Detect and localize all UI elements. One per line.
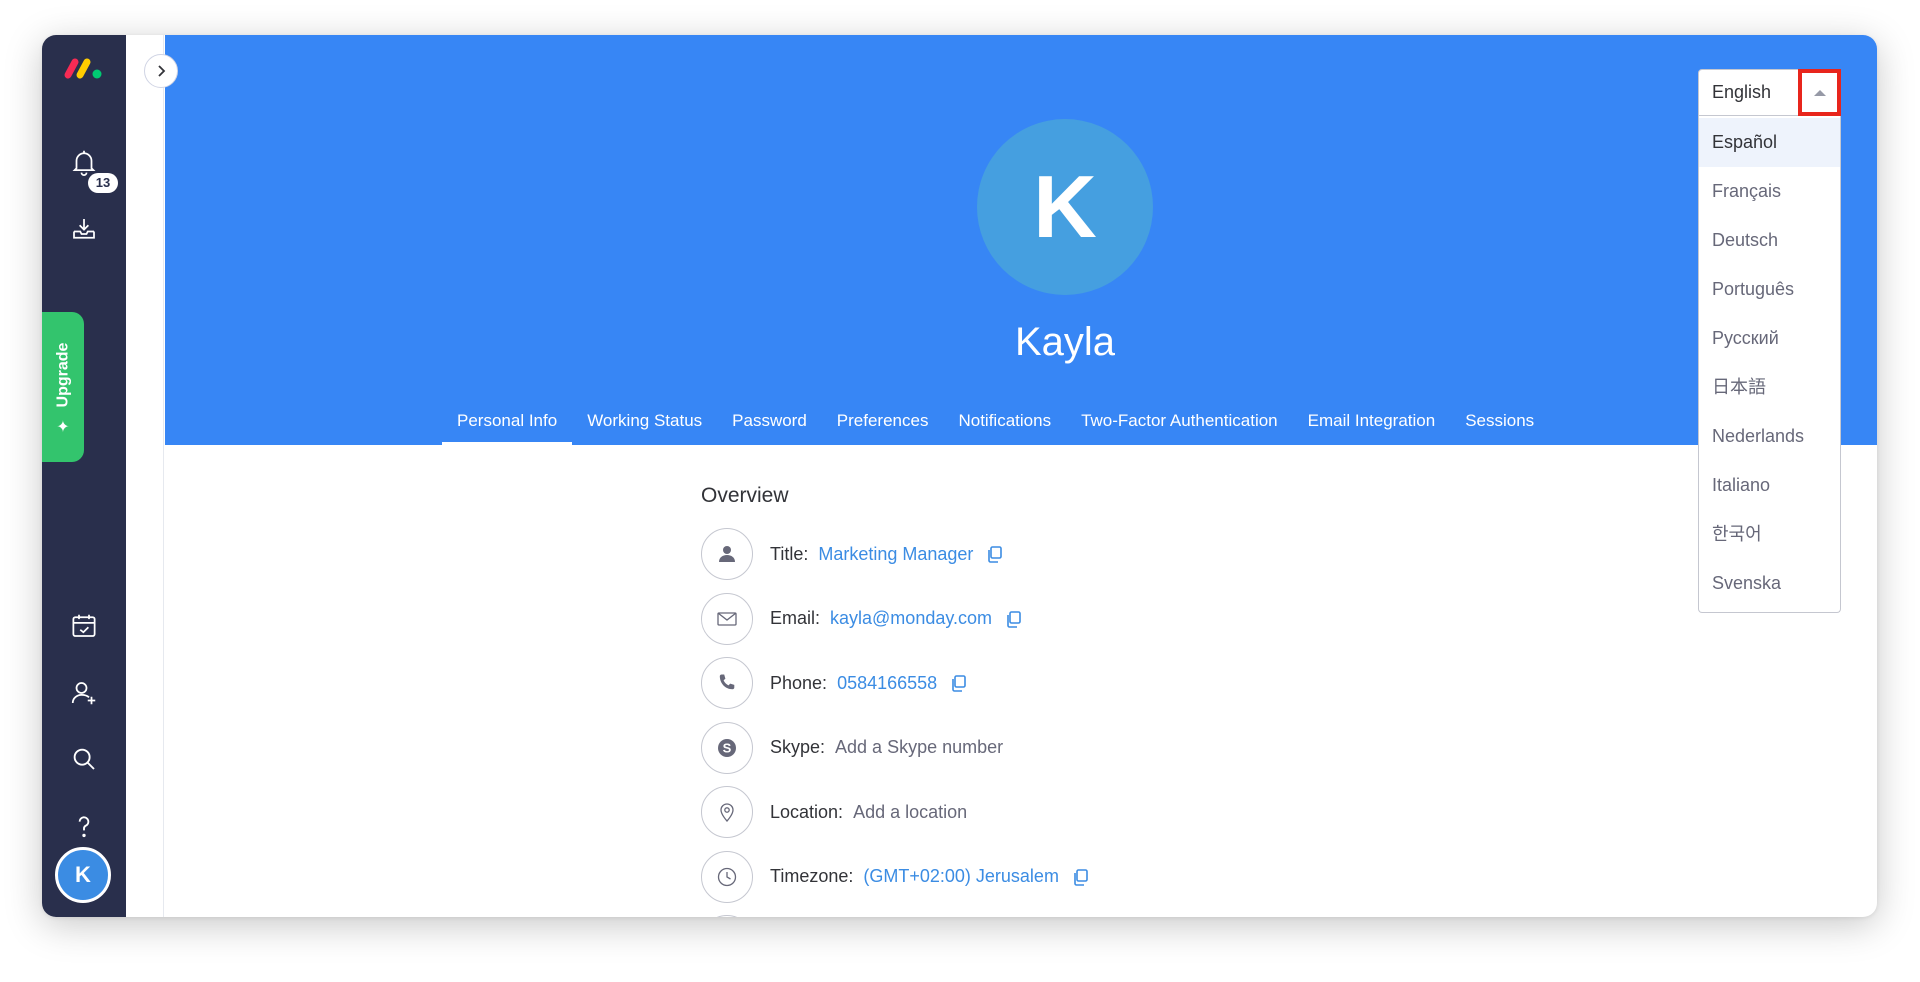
user-avatar-small[interactable]: K xyxy=(55,847,111,903)
copy-icon[interactable] xyxy=(1071,867,1091,887)
language-selected-value: English xyxy=(1712,82,1772,102)
timezone-row: Timezone: (GMT+02:00) Jerusalem xyxy=(701,845,1401,910)
tab-notifications[interactable]: Notifications xyxy=(943,405,1066,445)
language-option-portugues[interactable]: Português xyxy=(1699,265,1840,314)
tab-email-integration[interactable]: Email Integration xyxy=(1293,405,1451,445)
copy-icon[interactable] xyxy=(1004,609,1024,629)
location-icon xyxy=(701,786,753,839)
phone-row: Phone: 0584166558 xyxy=(701,651,1401,716)
profile-avatar[interactable]: K xyxy=(977,119,1153,295)
language-select[interactable]: English xyxy=(1698,69,1841,116)
skype-placeholder[interactable]: Add a Skype number xyxy=(835,737,1003,758)
skype-icon: S xyxy=(701,721,753,774)
tab-preferences[interactable]: Preferences xyxy=(822,405,944,445)
tab-sessions[interactable]: Sessions xyxy=(1450,405,1549,445)
email-icon xyxy=(701,592,753,645)
title-label: Title: xyxy=(770,543,809,564)
location-label: Location: xyxy=(770,801,844,822)
tab-password[interactable]: Password xyxy=(717,405,822,445)
phone-value[interactable]: 0584166558 xyxy=(837,673,937,694)
language-dropdown-toggle[interactable] xyxy=(1798,69,1841,116)
language-option-japanese[interactable]: 日本語 xyxy=(1699,363,1840,412)
person-icon xyxy=(701,528,753,581)
row-icon-partial xyxy=(701,915,753,917)
sparkle-icon: ✦ xyxy=(56,419,70,436)
language-menu: Español Français Deutsch Português Русск… xyxy=(1698,116,1841,613)
language-option-deutsch[interactable]: Deutsch xyxy=(1699,216,1840,265)
collapsed-panel xyxy=(126,35,164,917)
phone-icon xyxy=(701,657,753,710)
language-option-italiano[interactable]: Italiano xyxy=(1699,461,1840,510)
svg-text:S: S xyxy=(723,740,732,755)
title-row: Title: Marketing Manager xyxy=(701,522,1401,587)
calendar-check-icon[interactable] xyxy=(64,606,104,646)
caret-up-icon xyxy=(1813,89,1826,96)
language-option-svenska[interactable]: Svenska xyxy=(1699,559,1840,608)
app-window: 13 Upgrade ✦ K K Kayla Personal Info Wor… xyxy=(42,35,1877,917)
help-icon[interactable] xyxy=(64,806,104,846)
inbox-download-icon[interactable] xyxy=(64,209,104,249)
monday-logo[interactable] xyxy=(63,55,105,81)
overview-section: Overview Title: Marketing Manager Email:… xyxy=(701,484,1401,917)
timezone-value[interactable]: (GMT+02:00) Jerusalem xyxy=(863,866,1059,887)
left-sidebar: 13 Upgrade ✦ K xyxy=(42,35,126,917)
overview-title: Overview xyxy=(701,484,789,507)
location-placeholder[interactable]: Add a location xyxy=(853,802,967,823)
expand-panel-button[interactable] xyxy=(144,54,178,88)
chevron-right-icon xyxy=(158,65,166,77)
title-value[interactable]: Marketing Manager xyxy=(818,544,973,565)
upgrade-label: Upgrade xyxy=(54,342,71,408)
search-icon[interactable] xyxy=(64,739,104,779)
tab-two-factor-authentication[interactable]: Two-Factor Authentication xyxy=(1066,405,1293,445)
clock-icon xyxy=(701,850,753,903)
tab-working-status[interactable]: Working Status xyxy=(572,405,717,445)
language-option-russian[interactable]: Русский xyxy=(1699,314,1840,363)
location-row: Location: Add a location xyxy=(701,780,1401,845)
invite-user-icon[interactable] xyxy=(64,673,104,713)
email-row: Email: kayla@monday.com xyxy=(701,587,1401,652)
language-option-korean[interactable]: 한국어 xyxy=(1699,510,1840,559)
language-option-francais[interactable]: Français xyxy=(1699,167,1840,216)
phone-label: Phone: xyxy=(770,672,828,693)
language-option-espanol[interactable]: Español xyxy=(1699,118,1840,167)
profile-tabs: Personal Info Working Status Password Pr… xyxy=(442,405,1549,445)
profile-name: Kayla xyxy=(1014,320,1116,364)
upgrade-button[interactable]: Upgrade ✦ xyxy=(42,312,84,462)
copy-icon[interactable] xyxy=(949,673,969,693)
timezone-label: Timezone: xyxy=(770,866,854,887)
email-value[interactable]: kayla@monday.com xyxy=(830,608,992,629)
inbox-badge: 13 xyxy=(88,173,118,193)
copy-icon[interactable] xyxy=(985,544,1005,564)
skype-row: S Skype: Add a Skype number xyxy=(701,716,1401,781)
skype-label: Skype: xyxy=(770,737,826,758)
language-option-nederlands[interactable]: Nederlands xyxy=(1699,412,1840,461)
tab-personal-info[interactable]: Personal Info xyxy=(442,405,573,445)
profile-header: K Kayla Personal Info Working Status Pas… xyxy=(165,35,1877,445)
next-row-partial xyxy=(701,909,1401,917)
email-label: Email: xyxy=(770,608,821,629)
